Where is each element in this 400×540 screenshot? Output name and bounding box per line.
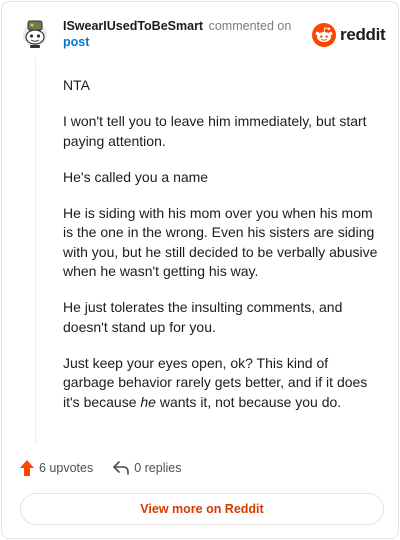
comment-embed-card: ISwearIUsedToBeSmart commented on post r… xyxy=(1,1,399,539)
reddit-wordmark: reddit xyxy=(340,25,386,44)
commented-on-text: commented on xyxy=(208,19,292,33)
snoo-avatar-icon[interactable] xyxy=(20,15,50,49)
post-link[interactable]: post xyxy=(63,35,89,49)
comment-paragraph: He is siding with his mom over you when … xyxy=(63,204,378,280)
upvote-button[interactable]: 6 upvotes xyxy=(20,460,93,476)
comment-paragraph: I won't tell you to leave him immediatel… xyxy=(63,113,367,149)
comment-header: ISwearIUsedToBeSmart commented on post r… xyxy=(2,2,398,62)
reply-arrow-icon xyxy=(113,461,130,475)
upvote-arrow-icon xyxy=(20,460,34,476)
comment-paragraph-last: Just keep your eyes open, ok? This kind … xyxy=(63,354,379,413)
author-username[interactable]: ISwearIUsedToBeSmart xyxy=(63,19,203,33)
comment-paragraph: He just tolerates the insulting comments… xyxy=(63,299,343,335)
reply-count: 0 replies xyxy=(134,461,182,475)
comment-body: NTA I won't tell you to leave him immedi… xyxy=(63,76,379,429)
comment-paragraph: NTA xyxy=(63,77,90,93)
view-more-on-reddit-button[interactable]: View more on Reddit xyxy=(20,493,384,525)
reddit-brand[interactable]: reddit xyxy=(312,23,386,47)
thread-line xyxy=(35,58,36,444)
comment-actions: 6 upvotes 0 replies xyxy=(20,458,181,478)
reddit-logo-icon xyxy=(312,23,336,47)
comment-text: wants it, not because you do. xyxy=(155,393,342,410)
reply-button[interactable]: 0 replies xyxy=(113,461,181,475)
author-line: ISwearIUsedToBeSmart commented on xyxy=(63,18,291,34)
upvote-count: 6 upvotes xyxy=(39,461,94,475)
comment-paragraph: He's called you a name xyxy=(63,168,209,185)
comment-emphasis: he xyxy=(140,393,156,410)
